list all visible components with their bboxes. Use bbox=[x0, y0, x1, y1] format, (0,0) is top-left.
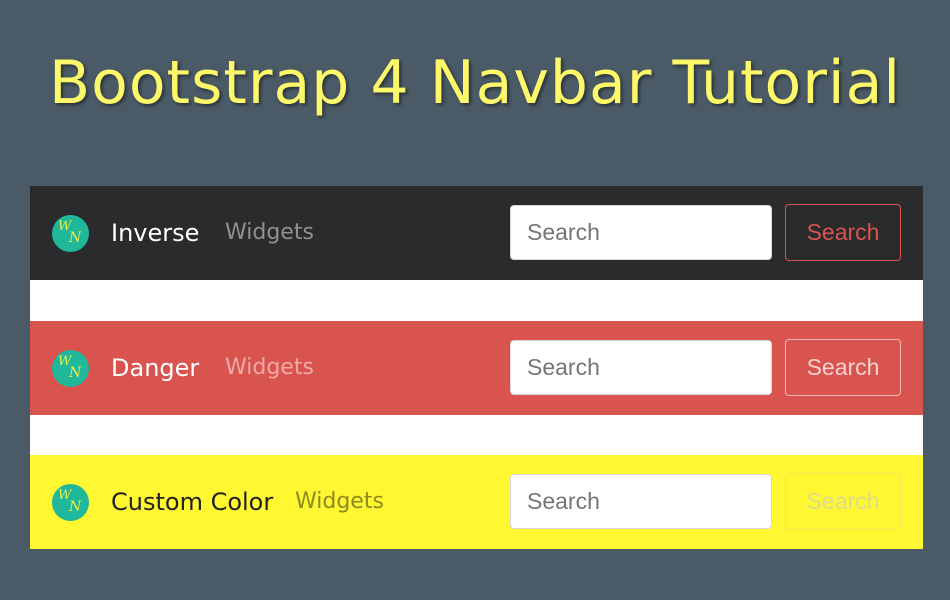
search-button[interactable]: Search bbox=[785, 473, 901, 530]
navbar-brand[interactable]: Danger bbox=[111, 351, 199, 385]
wn-logo-icon[interactable]: W N bbox=[52, 350, 89, 387]
nav-link-widgets[interactable]: Widgets bbox=[225, 216, 314, 250]
page-title: Bootstrap 4 Navbar Tutorial bbox=[48, 48, 902, 118]
nav-link-widgets[interactable]: Widgets bbox=[295, 485, 384, 519]
navbar-demo-panel: W N Inverse Widgets Search W N Danger Wi… bbox=[30, 186, 923, 549]
search-input[interactable] bbox=[510, 340, 772, 395]
navbar-brand[interactable]: Inverse bbox=[111, 216, 199, 250]
nav-link-widgets[interactable]: Widgets bbox=[225, 351, 314, 385]
wn-logo-icon[interactable]: W N bbox=[52, 484, 89, 521]
navbar-danger: W N Danger Widgets Search bbox=[30, 321, 923, 415]
navbar-brand[interactable]: Custom Color bbox=[111, 485, 273, 519]
search-button[interactable]: Search bbox=[785, 204, 901, 261]
wn-logo-icon[interactable]: W N bbox=[52, 215, 89, 252]
search-button[interactable]: Search bbox=[785, 339, 901, 396]
search-input[interactable] bbox=[510, 474, 772, 529]
search-input[interactable] bbox=[510, 205, 772, 260]
navbar-inverse: W N Inverse Widgets Search bbox=[30, 186, 923, 280]
navbar-custom-color: W N Custom Color Widgets Search bbox=[30, 455, 923, 549]
